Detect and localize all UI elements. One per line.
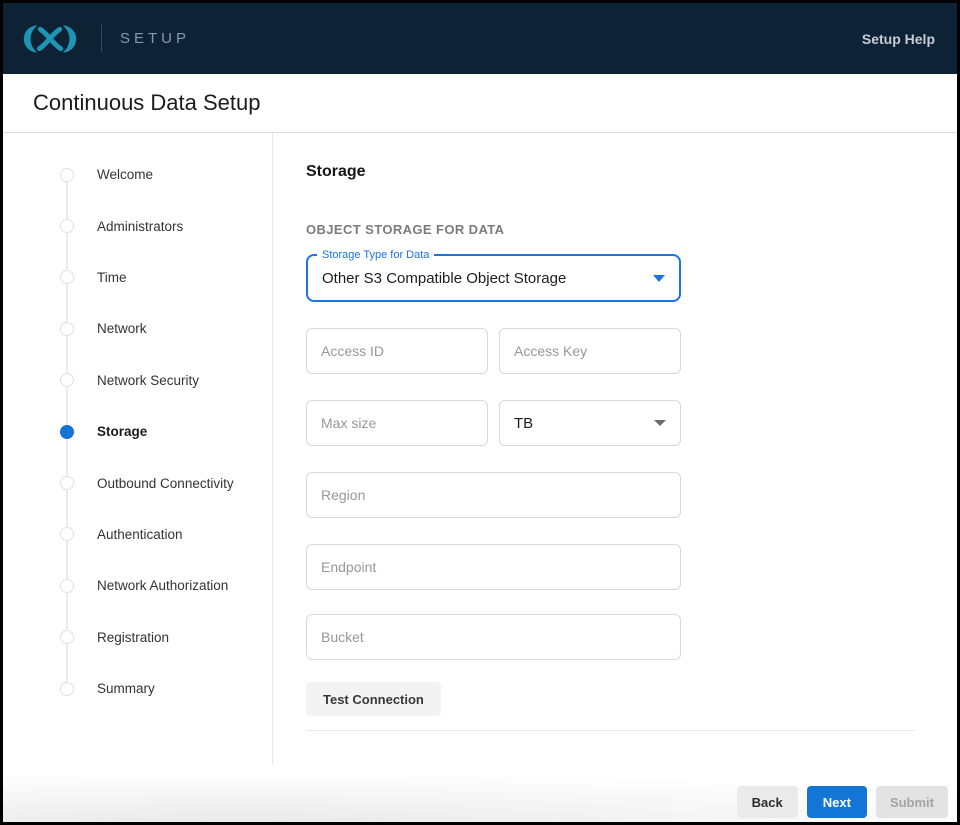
product-name: SETUP — [120, 30, 190, 47]
setup-window: SETUP Setup Help Continuous Data Setup W… — [0, 0, 960, 825]
step-circle-icon — [60, 219, 74, 233]
sidebar-item-registration[interactable]: Registration — [3, 612, 272, 663]
top-navbar: SETUP Setup Help — [3, 3, 957, 74]
sidebar-item-network-security[interactable]: Network Security — [3, 355, 272, 406]
chevron-down-icon — [654, 420, 666, 426]
stepper: Welcome Administrators Time Network Netw… — [3, 133, 272, 714]
step-label: Administrators — [97, 219, 183, 234]
sidebar-item-outbound-connectivity[interactable]: Outbound Connectivity — [3, 457, 272, 508]
test-connection-button[interactable]: Test Connection — [306, 682, 441, 716]
step-label: Network Authorization — [97, 578, 228, 593]
step-circle-icon — [60, 270, 74, 284]
step-circle-active-icon — [60, 425, 74, 439]
step-label: Summary — [97, 681, 155, 696]
content-divider — [306, 730, 915, 731]
page-title: Continuous Data Setup — [33, 90, 261, 116]
back-button[interactable]: Back — [737, 786, 798, 818]
region-input[interactable] — [306, 472, 681, 518]
object-storage-section-label: OBJECT STORAGE FOR DATA — [306, 222, 957, 237]
step-heading: Storage — [306, 163, 957, 181]
size-unit-value: TB — [514, 415, 654, 432]
step-circle-icon — [60, 322, 74, 336]
step-label: Registration — [97, 630, 169, 645]
step-circle-icon — [60, 476, 74, 490]
setup-steps-sidebar: Welcome Administrators Time Network Netw… — [3, 133, 273, 820]
sidebar-item-time[interactable]: Time — [3, 252, 272, 303]
step-circle-icon — [60, 579, 74, 593]
chevron-down-icon — [653, 275, 665, 282]
step-label: Network Security — [97, 373, 199, 388]
step-label: Authentication — [97, 527, 183, 542]
wizard-footer: Back Next Submit — [3, 764, 957, 822]
sidebar-item-storage[interactable]: Storage — [3, 406, 272, 457]
step-circle-icon — [60, 168, 74, 182]
sidebar-item-summary[interactable]: Summary — [3, 663, 272, 714]
sidebar-item-network[interactable]: Network — [3, 303, 272, 354]
storage-step-content: Storage OBJECT STORAGE FOR DATA Storage … — [273, 133, 957, 820]
delphix-logo-icon — [17, 22, 83, 56]
sidebar-item-authentication[interactable]: Authentication — [3, 509, 272, 560]
sidebar-item-welcome[interactable]: Welcome — [3, 149, 272, 200]
sidebar-item-administrators[interactable]: Administrators — [3, 200, 272, 251]
step-label: Network — [97, 321, 147, 336]
step-circle-icon — [60, 630, 74, 644]
step-label: Storage — [97, 424, 147, 439]
max-size-input[interactable] — [306, 400, 488, 446]
step-label: Outbound Connectivity — [97, 476, 234, 491]
step-label: Time — [97, 270, 127, 285]
access-id-input[interactable] — [306, 328, 488, 374]
storage-type-select[interactable]: Storage Type for Data Other S3 Compatibl… — [306, 254, 681, 302]
submit-button[interactable]: Submit — [876, 786, 948, 818]
storage-type-value: Other S3 Compatible Object Storage — [322, 270, 653, 287]
step-circle-icon — [60, 527, 74, 541]
navbar-divider — [101, 25, 102, 52]
storage-type-label: Storage Type for Data — [317, 248, 434, 262]
step-circle-icon — [60, 682, 74, 696]
title-bar: Continuous Data Setup — [3, 74, 957, 133]
access-key-input[interactable] — [499, 328, 681, 374]
setup-help-link[interactable]: Setup Help — [862, 31, 935, 47]
step-label: Welcome — [97, 167, 153, 182]
step-circle-icon — [60, 373, 74, 387]
sidebar-item-network-authorization[interactable]: Network Authorization — [3, 560, 272, 611]
bucket-input[interactable] — [306, 614, 681, 660]
size-unit-select[interactable]: TB — [499, 400, 681, 446]
next-button[interactable]: Next — [807, 786, 867, 818]
endpoint-input[interactable] — [306, 544, 681, 590]
